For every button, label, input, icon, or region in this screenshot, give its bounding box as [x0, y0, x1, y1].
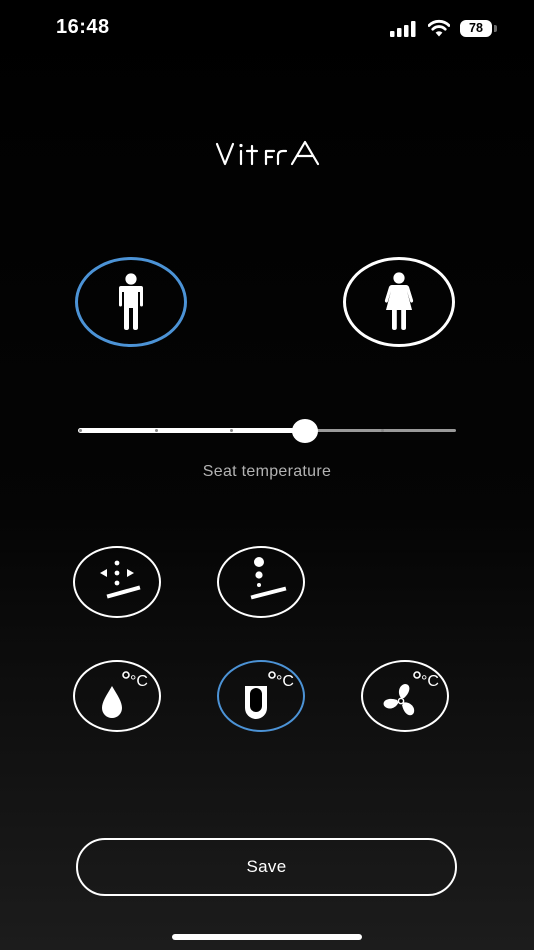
- status-bar: 16:48 78: [0, 0, 534, 56]
- slider-step-tick: [79, 429, 82, 432]
- water-temperature-icon: °C: [102, 671, 148, 718]
- slider-thumb[interactable]: [291, 419, 318, 443]
- spray-pulse-button[interactable]: [217, 546, 305, 618]
- dryer-temperature-button[interactable]: °C: [361, 660, 449, 732]
- spray-pulse-icon: [250, 557, 287, 600]
- male-figure-icon: [119, 273, 143, 330]
- dryer-temperature-unit: °C: [421, 673, 439, 690]
- status-time: 16:48: [56, 16, 110, 38]
- seat-heat-button[interactable]: °C: [217, 660, 305, 732]
- spray-oscillate-button[interactable]: [73, 546, 161, 618]
- water-temperature-button[interactable]: °C: [73, 660, 161, 732]
- male-profile-button[interactable]: [75, 257, 187, 347]
- seat-heat-icon: °C: [245, 671, 294, 719]
- battery-level: 78: [460, 20, 492, 37]
- female-profile-button[interactable]: [343, 257, 455, 347]
- slider-fill: [78, 428, 305, 433]
- slider-track: [304, 429, 456, 432]
- water-temperature-unit: °C: [130, 673, 148, 690]
- female-figure-icon: [384, 272, 414, 330]
- signal-icon: [390, 21, 416, 37]
- dryer-fan-icon: °C: [383, 671, 439, 716]
- save-button[interactable]: Save: [76, 838, 457, 896]
- wifi-icon: [428, 19, 450, 37]
- home-indicator: [172, 934, 362, 940]
- brand-logo: [215, 140, 320, 166]
- seat-temperature-label: Seat temperature: [202, 463, 332, 480]
- seat-temperature-slider[interactable]: [74, 418, 460, 444]
- slider-step-tick: [154, 429, 158, 432]
- spray-oscillate-icon: [100, 560, 141, 599]
- seat-heat-unit: °C: [276, 673, 294, 690]
- battery-icon: 78: [460, 20, 497, 38]
